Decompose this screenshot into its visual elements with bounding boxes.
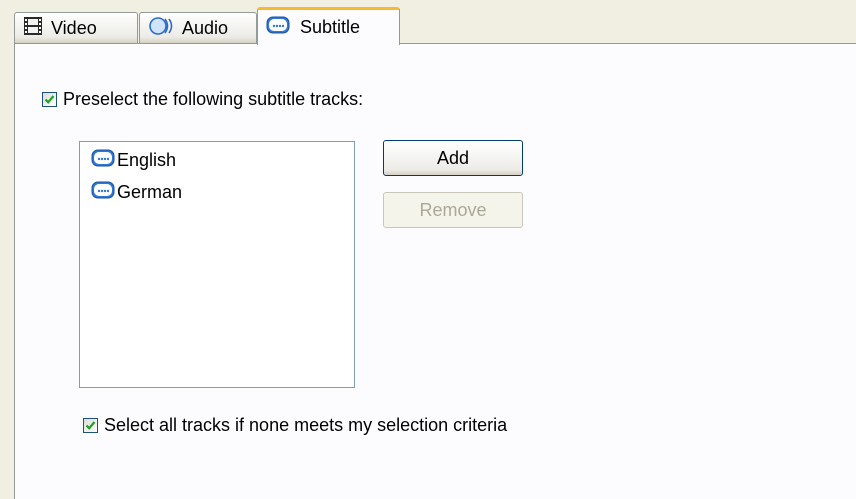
tab-subtitle[interactable]: Subtitle [257, 7, 400, 45]
subtitle-tracks-list[interactable]: English German [79, 141, 355, 388]
tab-audio[interactable]: Audio [139, 12, 257, 43]
list-item-label: German [117, 181, 183, 202]
preselect-label[interactable]: Preselect the following subtitle tracks: [63, 89, 363, 110]
checkmark-icon [44, 95, 55, 104]
remove-button-label: Remove [419, 199, 487, 220]
tab-video[interactable]: Video [14, 12, 138, 43]
subtitle-settings-window: Video Audio Subtitle Preselect the follo… [0, 0, 856, 499]
remove-button[interactable]: Remove [383, 192, 523, 228]
tab-subtitle-label: Subtitle [300, 17, 361, 37]
list-item[interactable]: German [91, 181, 182, 203]
subtitle-icon [91, 148, 115, 173]
audio-icon [148, 16, 178, 41]
preselect-checkbox[interactable] [42, 92, 57, 107]
add-button[interactable]: Add [383, 140, 523, 176]
subtitle-panel: Preselect the following subtitle tracks:… [14, 43, 856, 499]
tab-strip: Video Audio Subtitle [0, 0, 856, 45]
list-item-label: English [117, 149, 177, 170]
film-icon [23, 16, 43, 41]
select-all-checkbox[interactable] [83, 418, 98, 433]
subtitle-icon [91, 180, 115, 205]
checkmark-icon [85, 421, 96, 430]
tab-video-label: Video [51, 17, 97, 38]
tab-audio-label: Audio [182, 17, 229, 38]
subtitle-icon [266, 15, 290, 40]
list-item[interactable]: English [91, 149, 176, 171]
select-all-label[interactable]: Select all tracks if none meets my selec… [104, 415, 507, 436]
add-button-label: Add [436, 147, 470, 168]
